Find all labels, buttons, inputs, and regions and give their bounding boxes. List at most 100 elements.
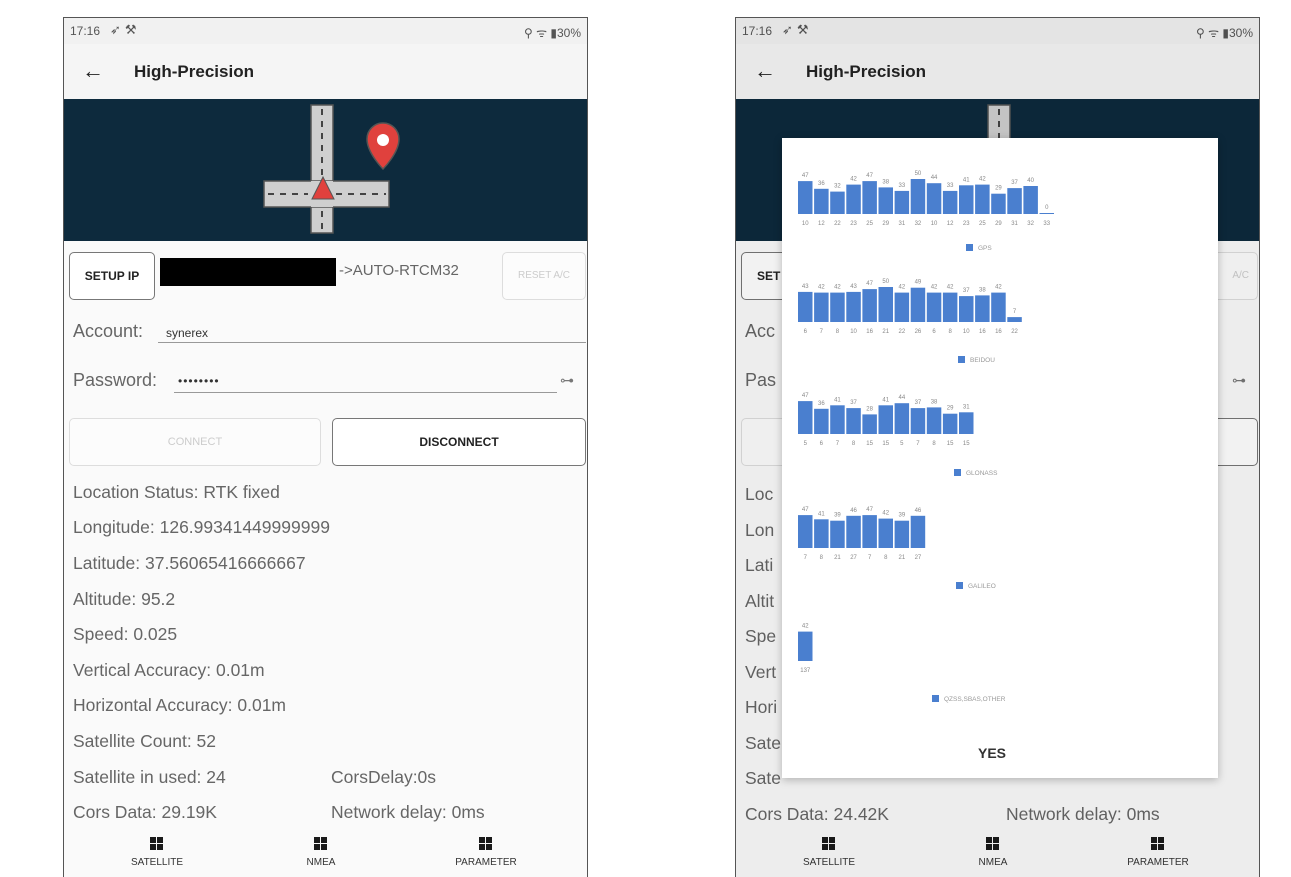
- connect-button[interactable]: CONNECT: [69, 418, 321, 466]
- legend-label: BEIDOU: [970, 357, 995, 364]
- snr-bar: [798, 631, 813, 661]
- snr-bar: [1023, 186, 1038, 214]
- snr-bar: [830, 520, 845, 548]
- snr-bar: [894, 292, 910, 322]
- speed: Speed: 0.025: [73, 624, 178, 644]
- setup-ip-button[interactable]: SETUP IP: [69, 252, 155, 300]
- prn-tick-label: 32: [915, 221, 922, 227]
- prn-tick-label: 5: [900, 441, 904, 447]
- snr-value-label: 33: [947, 183, 954, 189]
- prn-tick-label: 33: [1043, 221, 1050, 227]
- snr-bar: [894, 520, 910, 548]
- snr-value-label: 47: [866, 507, 873, 513]
- snr-value-label: 44: [931, 175, 938, 181]
- altitude: Altitude: 95.2: [73, 589, 176, 609]
- prn-tick-label: 16: [866, 329, 873, 335]
- snr-value-label: 29: [947, 406, 954, 412]
- prn-tick-label: 7: [820, 329, 824, 335]
- snr-value-label: 50: [882, 279, 889, 285]
- location-arrow-icon: ➶: [110, 22, 125, 37]
- disconnect-button[interactable]: DISCONNECT: [332, 418, 586, 466]
- satellite-in-used: Satellite in used: 24: [73, 767, 226, 787]
- cors-delay: CorsDelay:0s: [331, 767, 437, 787]
- snr-value-label: 36: [818, 401, 825, 407]
- snr-value-label: 42: [818, 285, 825, 291]
- snr-value-label: 37: [850, 400, 857, 406]
- legend-label: GALILEO: [968, 583, 996, 590]
- snr-bar: [910, 179, 926, 214]
- snr-bar: [798, 515, 813, 548]
- prn-tick-label: 6: [820, 441, 824, 447]
- snr-bar: [862, 181, 877, 214]
- snr-value-label: 0: [1045, 205, 1049, 211]
- wrench-icon: ⚒: [124, 22, 141, 37]
- mount-point-text: ->AUTO-RTCM32: [339, 262, 459, 279]
- satellite-snr-charts: 4710361232224223472538293331503244103312…: [798, 171, 1054, 703]
- prn-tick-label: 31: [1011, 221, 1018, 227]
- snr-value-label: 36: [818, 181, 825, 187]
- prn-tick-label: 29: [882, 221, 889, 227]
- prn-tick-label: 15: [947, 441, 954, 447]
- network-delay: Network delay: 0ms: [331, 802, 485, 822]
- snr-value-label: 43: [802, 284, 809, 290]
- prn-tick-label: 8: [820, 555, 824, 561]
- snr-bar: [975, 184, 990, 214]
- prn-tick-label: 22: [834, 221, 841, 227]
- prn-tick-label: 8: [948, 329, 952, 335]
- snr-value-label: 44: [899, 395, 906, 401]
- back-arrow-icon[interactable]: ←: [82, 58, 104, 84]
- prn-tick-label: 21: [882, 329, 889, 335]
- snr-bar: [830, 191, 845, 214]
- prn-tick-label: 23: [963, 221, 970, 227]
- prn-tick-label: 21: [899, 555, 906, 561]
- account-input[interactable]: synerex: [166, 326, 208, 340]
- legend-label: QZSS,SBAS,OTHER: [944, 696, 1006, 703]
- horizontal-accuracy: Horizontal Accuracy: 0.01m: [73, 695, 287, 715]
- snr-value-label: 38: [931, 399, 938, 405]
- snr-value-label: 42: [899, 285, 906, 291]
- snr-value-label: 32: [834, 184, 841, 190]
- snr-value-label: 39: [899, 513, 906, 519]
- prn-tick-label: 22: [1011, 329, 1018, 335]
- snr-bar: [798, 181, 813, 214]
- app-bar: ← High-Precision: [64, 44, 587, 99]
- snr-value-label: 46: [850, 508, 857, 514]
- snr-value-label: 49: [915, 280, 922, 286]
- snr-value-label: 41: [834, 397, 841, 403]
- account-label: Account:: [73, 321, 144, 341]
- prn-tick-label: 25: [979, 221, 986, 227]
- snr-bar: [926, 183, 942, 214]
- prn-tick-label: 12: [818, 221, 825, 227]
- yes-button[interactable]: YES: [978, 745, 1006, 761]
- snr-value-label: 33: [899, 183, 906, 189]
- snr-bar: [798, 291, 813, 322]
- prn-tick-label: 31: [899, 221, 906, 227]
- snr-bar: [814, 408, 829, 434]
- snr-bar: [878, 287, 893, 322]
- nav-nmea[interactable]: NMEA: [261, 837, 381, 868]
- latitude: Latitude: 37.56065416666667: [73, 553, 306, 573]
- snr-value-label: 41: [818, 511, 825, 517]
- account-underline: [158, 342, 586, 343]
- snr-bar: [942, 292, 958, 322]
- password-input[interactable]: ••••••••: [178, 374, 220, 388]
- snr-bar: [814, 292, 829, 322]
- snr-value-label: 46: [915, 508, 922, 514]
- prn-tick-label: 22: [899, 329, 906, 335]
- snr-bar: [991, 193, 1006, 214]
- snr-bar: [846, 291, 861, 322]
- snr-bar: [814, 188, 829, 214]
- visibility-toggle-icon[interactable]: ⊶: [560, 372, 574, 389]
- prn-tick-label: 8: [884, 555, 888, 561]
- nav-parameter[interactable]: PARAMETER: [426, 837, 546, 868]
- snr-bar: [830, 292, 845, 322]
- prn-tick-label: 15: [882, 441, 889, 447]
- snr-bar: [894, 190, 910, 214]
- snr-value-label: 28: [866, 406, 873, 412]
- reset-ac-button[interactable]: RESET A/C: [502, 252, 586, 300]
- snr-value-label: 42: [979, 177, 986, 183]
- prn-tick-label: 26: [915, 329, 922, 335]
- snr-value-label: 39: [834, 513, 841, 519]
- nav-satellite[interactable]: SATELLITE: [97, 837, 217, 868]
- snr-value-label: 50: [915, 171, 922, 177]
